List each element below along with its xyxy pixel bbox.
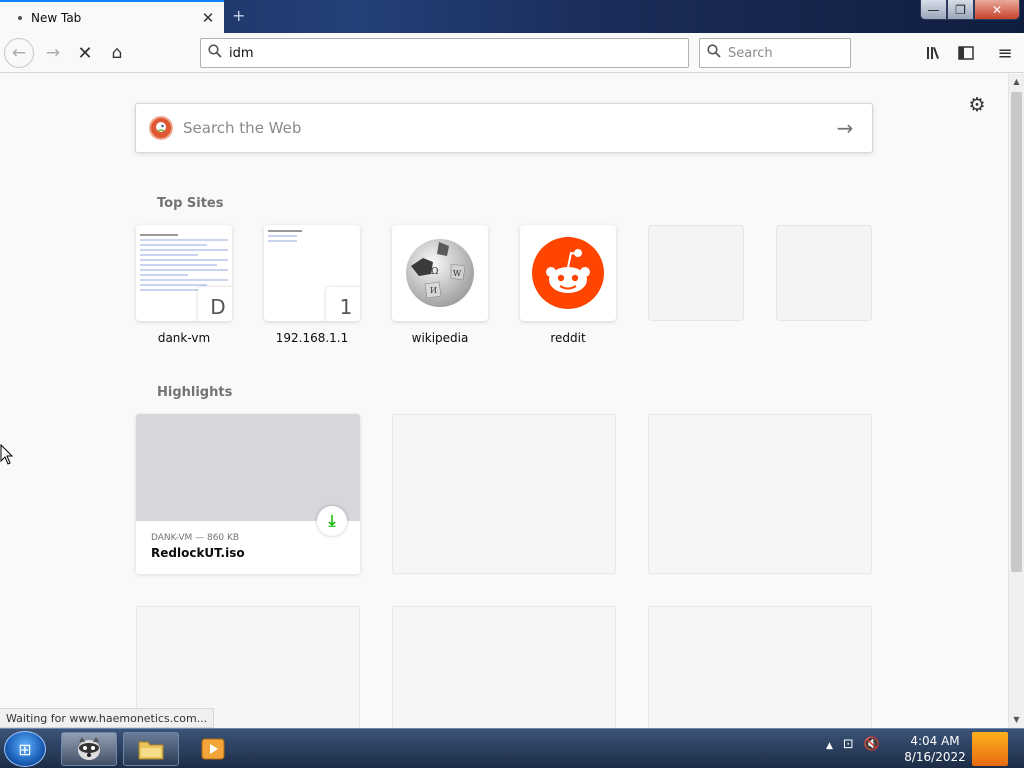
page-preview-image	[136, 225, 232, 291]
search-go-arrow-icon[interactable]: →	[830, 116, 860, 140]
web-search-box[interactable]: Search the Web →	[135, 103, 873, 153]
scroll-down-arrow-icon[interactable]: ▼	[1009, 712, 1024, 728]
window-close-button[interactable]: ✕	[974, 0, 1020, 20]
site-badge: 1	[326, 287, 360, 321]
sidebar-button[interactable]	[952, 39, 980, 67]
site-thumbnail	[776, 225, 872, 321]
taskbar-clock[interactable]: 4:04 AM 8/16/2022	[898, 733, 972, 765]
show-hidden-icons-icon[interactable]: ▲	[826, 737, 833, 755]
mouse-cursor-icon	[0, 443, 14, 466]
svg-text:Ω: Ω	[431, 267, 438, 277]
site-thumbnail: D	[136, 225, 232, 321]
status-panel: Waiting for www.haemonetics.com...	[0, 708, 215, 728]
back-button[interactable]: ←	[4, 38, 34, 68]
site-thumbnail: Ω W И	[392, 225, 488, 321]
volume-muted-icon[interactable]: 🔇	[864, 737, 880, 755]
maximize-button[interactable]: ❐	[947, 0, 974, 20]
site-badge: D	[198, 287, 232, 321]
tab-strip: New Tab ✕ + — ❐ ✕	[0, 0, 1024, 33]
highlight-card-placeholder	[648, 606, 872, 728]
top-site-empty-slot[interactable]	[648, 225, 744, 331]
top-site-dank-vm[interactable]: D dank-vm	[136, 225, 232, 345]
url-input[interactable]: idm	[229, 46, 254, 61]
site-thumbnail	[520, 225, 616, 321]
folder-icon	[138, 741, 164, 760]
tab-close-icon[interactable]: ✕	[198, 8, 218, 28]
user-account-picture[interactable]	[972, 732, 1008, 766]
svg-text:И: И	[430, 286, 437, 295]
tab-title: New Tab	[31, 10, 82, 25]
new-tab-page: ⚙ Search the Web → Top Sites D dank-vm 1…	[0, 74, 1008, 728]
top-site-wikipedia[interactable]: Ω W И wikipedia	[392, 225, 488, 345]
taskbar-app-browser[interactable]	[61, 732, 117, 766]
site-thumbnail: 1	[264, 225, 360, 321]
navigation-toolbar: ← → ✕ ⌂ idm Search ≡	[0, 33, 1024, 73]
highlight-card-placeholder	[392, 606, 616, 728]
site-label: 192.168.1.1	[275, 331, 349, 345]
highlight-preview: ⤓	[136, 414, 360, 536]
window-controls: — ❐ ✕	[920, 0, 1020, 20]
menu-button[interactable]: ≡	[991, 39, 1019, 67]
highlight-card-download[interactable]: ⤓ DANK-VM — 860 KB RedlockUT.iso	[136, 414, 360, 574]
site-label: dank-vm	[157, 331, 211, 345]
download-icon: ⤓	[317, 506, 347, 536]
top-sites-heading: Top Sites	[157, 196, 224, 211]
svg-text:W: W	[453, 269, 462, 278]
search-input[interactable]: Search	[728, 46, 773, 61]
library-button[interactable]	[920, 39, 948, 67]
library-icon	[927, 47, 939, 59]
highlight-card-placeholder	[648, 414, 872, 574]
site-label: wikipedia	[411, 331, 469, 345]
url-bar[interactable]: idm	[200, 38, 689, 68]
taskbar-app-explorer[interactable]	[123, 732, 179, 766]
start-button[interactable]: ⊞	[4, 731, 46, 767]
raccoon-browser-icon	[78, 737, 100, 760]
page-scrollbar[interactable]: ▲ ▼	[1008, 74, 1024, 728]
system-tray: ▲ ⊡ 🔇	[826, 737, 880, 755]
tab-new-tab[interactable]: New Tab ✕	[0, 0, 224, 33]
scrollbar-thumb[interactable]	[1011, 92, 1022, 572]
page-preview-image	[264, 225, 360, 242]
highlights-heading: Highlights	[157, 385, 233, 400]
windows-taskbar: ⊞ ▲ ⊡ 🔇 4:04 AM 8/16/2022	[0, 728, 1024, 768]
highlight-card-placeholder	[392, 414, 616, 574]
sidebar-icon	[958, 46, 974, 60]
loading-indicator-icon	[18, 15, 22, 20]
scroll-up-arrow-icon[interactable]: ▲	[1009, 74, 1024, 90]
top-site-empty-slot[interactable]	[776, 225, 872, 331]
minimize-button[interactable]: —	[920, 0, 947, 20]
search-bar[interactable]: Search	[699, 38, 851, 68]
web-search-input[interactable]: Search the Web	[183, 119, 830, 137]
search-icon	[201, 44, 229, 62]
site-label: reddit	[550, 331, 586, 345]
clock-time: 4:04 AM	[910, 734, 960, 748]
stop-button[interactable]: ✕	[70, 39, 100, 67]
wikipedia-globe-icon: Ω W И	[406, 239, 474, 307]
forward-button[interactable]: →	[38, 39, 68, 67]
search-icon	[700, 44, 728, 62]
top-site-reddit[interactable]: reddit	[520, 225, 616, 345]
top-site-192-168-1-1[interactable]: 1 192.168.1.1	[264, 225, 360, 345]
network-icon[interactable]: ⊡	[843, 737, 854, 755]
home-button[interactable]: ⌂	[102, 39, 132, 67]
duckduckgo-logo-icon	[149, 116, 173, 140]
site-thumbnail	[648, 225, 744, 321]
highlight-title: RedlockUT.iso	[151, 546, 245, 560]
media-player-icon	[201, 738, 225, 760]
reddit-logo-icon	[532, 237, 604, 309]
taskbar-app-media-player[interactable]	[185, 732, 241, 766]
new-tab-button[interactable]: +	[232, 6, 250, 26]
clock-date: 8/16/2022	[904, 750, 966, 764]
settings-gear-icon[interactable]: ⚙	[966, 94, 988, 116]
